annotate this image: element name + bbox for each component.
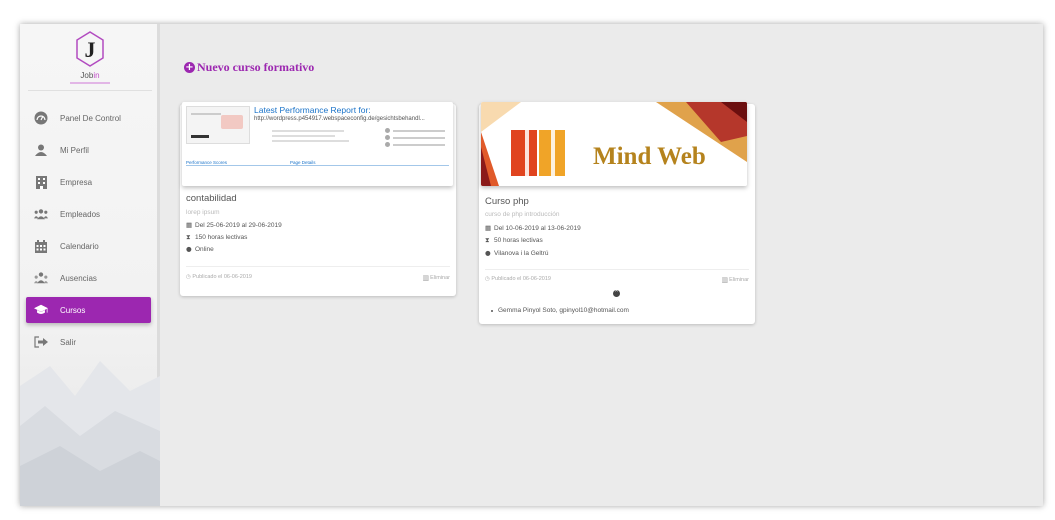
sidebar-item-mi-perfil[interactable]: Mi Perfil [26,137,151,163]
course-image[interactable]: Mind Web [481,102,747,186]
brand-logo[interactable]: J Jobin [55,30,125,92]
trash-icon: ▥ [422,274,430,282]
map-marker-icon: ● [186,245,192,253]
sidebar-item-label: Panel De Control [60,113,121,123]
calendar-icon: ▦ [485,224,492,232]
hourglass-icon: ⧗ [186,233,191,241]
report-url: http://wordpress.p454917.webspaceconfig.… [254,116,425,122]
card-footer: ◷ Publicado el 06-06-2019 ▥ Eliminar [186,274,450,282]
calendar-icon: ▦ [186,221,193,229]
sidebar-item-calendario[interactable]: Calendario [26,233,151,259]
sidebar-divider [28,90,152,91]
logo-icon: J [76,31,104,67]
course-dates: ▦ Del 10-06-2019 al 13-06-2019 [485,224,581,232]
attendee-item: Gemma Pinyol Soto, gpinyol10@hotmail.com [491,307,629,314]
plus-circle-icon: + [184,62,195,73]
sidebar-item-panel-de-control[interactable]: Panel De Control [26,105,151,131]
app-window: J Jobin Panel De Control Mi Perfil Empre… [20,24,1043,506]
sidebar-item-label: Cursos [60,305,86,315]
svg-text:J: J [85,37,96,62]
sidebar: J Jobin Panel De Control Mi Perfil Empre… [20,24,160,506]
sidebar-item-label: Empleados [60,209,101,219]
map-marker-icon: ● [485,249,491,257]
card-divider [186,266,450,267]
report-legend [385,128,445,151]
report-info-lines [272,130,362,145]
course-dates: ▦ Del 25-06-2019 al 29-06-2019 [186,221,282,229]
chevron-up-icon[interactable]: ^ [613,290,620,297]
course-image[interactable]: Latest Performance Report for: http://wo… [182,102,453,186]
course-location: ● Vilanova i la Geltrú [485,249,549,257]
clock-icon: ◷ [186,274,191,280]
sidebar-item-label: Empresa [60,177,93,187]
published-date: ◷ Publicado el 06-06-2019 [485,276,551,282]
sidebar-item-empresa[interactable]: Empresa [26,169,151,195]
graduation-cap-icon [34,303,48,317]
card-divider [485,269,749,270]
sidebar-item-ausencias[interactable]: Ausencias [26,265,151,291]
absences-icon [34,271,48,285]
sidebar-item-label: Calendario [60,241,99,251]
published-date: ◷ Publicado el 06-06-2019 [186,274,252,280]
sidebar-item-salir[interactable]: Salir [26,329,151,355]
brand-underline [70,82,110,84]
course-card: Mind Web Curso php curso de php introduc… [479,102,755,324]
course-hours: ⧗ 50 horas lectivas [485,236,543,244]
sidebar-item-label: Mi Perfil [60,145,89,155]
report-thumbnail [186,106,250,144]
building-icon [34,175,48,189]
course-hours: ⧗ 150 horas lectivas [186,233,248,241]
brand-name: Jobin [80,71,100,80]
course-title: Curso php [485,196,529,207]
people-icon [34,207,48,221]
trash-icon: ▥ [721,276,729,284]
mind-web-banner: Mind Web [481,102,747,186]
logout-icon [34,335,48,349]
new-course-button[interactable]: + Nuevo curso formativo [184,60,314,75]
course-card: Latest Performance Report for: http://wo… [180,102,456,296]
mind-web-text: Mind Web [593,143,706,170]
delete-button[interactable]: ▥ Eliminar [423,274,451,282]
main-content: + Nuevo curso formativo Latest Performan… [163,24,1043,506]
sidebar-item-cursos[interactable]: Cursos [26,297,151,323]
report-title: Latest Performance Report for: [254,105,371,115]
person-icon [34,143,48,157]
delete-button[interactable]: ▥ Eliminar [722,276,750,284]
course-title: contabilidad [186,193,237,204]
course-location: ● Online [186,245,214,253]
course-subtitle: lorep ipsum [186,209,220,216]
report-scores [186,172,449,186]
sidebar-item-label: Ausencias [60,273,97,283]
sidebar-item-empleados[interactable]: Empleados [26,201,151,227]
sidebar-item-label: Salir [60,337,77,347]
dashboard-icon [34,111,48,125]
new-course-label: Nuevo curso formativo [197,60,315,74]
hourglass-icon: ⧗ [485,236,490,244]
calendar-icon [34,239,48,253]
course-subtitle: curso de php introducción [485,211,560,218]
card-footer: ◷ Publicado el 06-06-2019 ▥ Eliminar [485,276,749,284]
clock-icon: ◷ [485,276,490,282]
